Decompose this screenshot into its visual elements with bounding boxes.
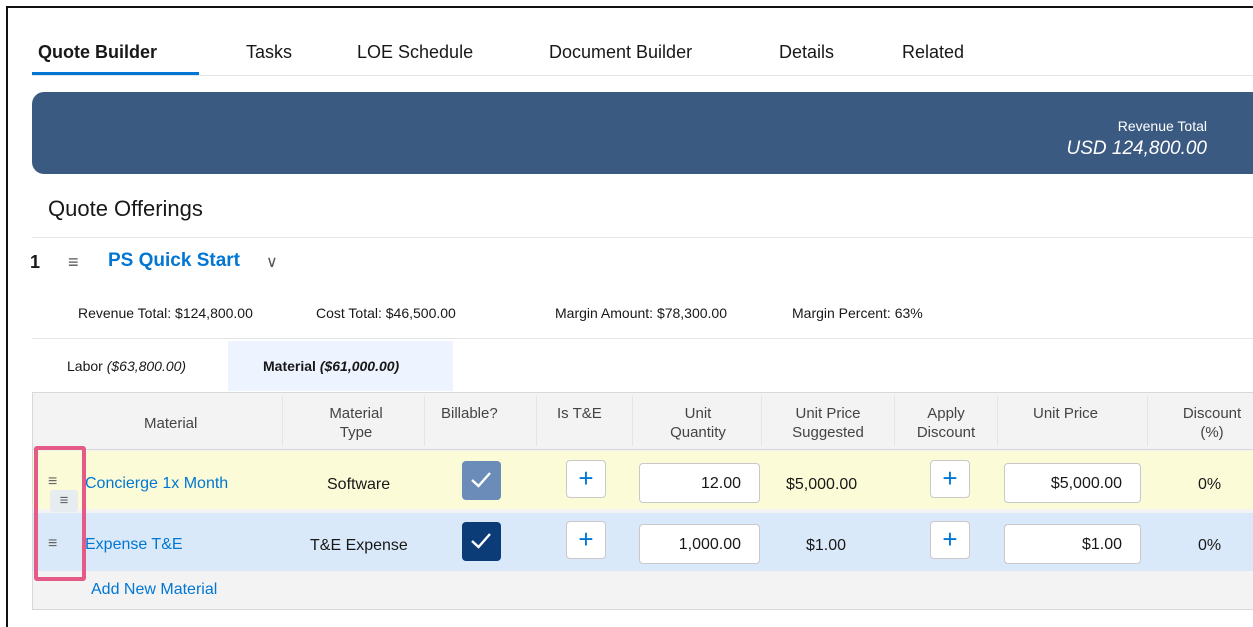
header-material: Material	[144, 415, 198, 432]
column-separator	[1147, 396, 1148, 446]
header-unit-quantity-line1: Unit	[684, 405, 712, 422]
header-unit-price-suggested: Unit Price Suggested	[783, 404, 873, 442]
chevron-down-icon[interactable]: ∨	[266, 252, 278, 272]
unit-quantity-input[interactable]: 12.00	[639, 463, 760, 503]
tab-bar: Quote Builder Tasks LOE Schedule Documen…	[8, 8, 1253, 78]
column-separator	[282, 396, 283, 446]
subtab-labor-label: Labor	[67, 358, 103, 374]
tab-quote-builder[interactable]: Quote Builder	[38, 42, 157, 63]
subtab-material-amount: ($61,000.00)	[319, 358, 400, 374]
billable-checkbox[interactable]	[462, 522, 501, 561]
banner-revenue-total: USD 124,800.00	[1066, 138, 1208, 159]
unit-price-suggested-cell: $5,000.00	[786, 476, 858, 493]
header-is-te: Is T&E	[557, 405, 602, 422]
is-te-add-button[interactable]: +	[566, 521, 606, 559]
header-apply-discount: Apply Discount	[906, 404, 986, 442]
unit-quantity-input[interactable]: 1,000.00	[639, 524, 760, 564]
unit-price-input[interactable]: $5,000.00	[1004, 463, 1141, 503]
billable-checkbox[interactable]	[462, 461, 501, 500]
header-unit-quantity: Unit Quantity	[658, 404, 738, 442]
tab-document-builder[interactable]: Document Builder	[549, 42, 692, 63]
checkmark-icon	[471, 472, 491, 488]
subtab-labor[interactable]: Labor ($63,800.00)	[32, 341, 228, 391]
apply-discount-add-button[interactable]: +	[930, 521, 970, 559]
divider	[32, 237, 1253, 238]
apply-discount-add-button[interactable]: +	[930, 460, 970, 498]
material-name-link[interactable]: Expense T&E	[85, 536, 183, 554]
section-title: Quote Offerings	[48, 196, 203, 221]
banner-label: Revenue Total	[1117, 118, 1207, 134]
header-material-type-line1: Material	[329, 405, 383, 422]
tab-tasks[interactable]: Tasks	[246, 42, 292, 63]
header-material-type-line2: Type	[339, 424, 373, 441]
offering-number: 1	[30, 252, 41, 272]
header-discount-line2: (%)	[1200, 424, 1224, 441]
tab-details[interactable]: Details	[779, 42, 834, 63]
header-discount-line1: Discount	[1182, 405, 1242, 422]
column-separator	[997, 396, 998, 446]
cost-total-summary: Cost Total: $46,500.00	[316, 305, 456, 321]
header-divider	[32, 449, 1253, 450]
offering-name-link[interactable]: PS Quick Start	[108, 250, 240, 272]
header-billable: Billable?	[441, 405, 498, 422]
drag-handle-highlight-box	[34, 446, 86, 581]
material-type-cell: T&E Expense	[310, 537, 408, 554]
app-frame: Quote Builder Tasks LOE Schedule Documen…	[6, 6, 1253, 627]
material-type-cell: Software	[327, 476, 391, 493]
header-apply-discount-line1: Apply	[927, 405, 965, 422]
column-separator	[424, 396, 425, 446]
revenue-total-summary: Revenue Total: $124,800.00	[78, 305, 253, 321]
subtab-labor-amount: ($63,800.00)	[106, 358, 187, 374]
subtab-material[interactable]: Material ($61,000.00)	[228, 341, 453, 391]
tab-divider	[32, 75, 1253, 76]
tab-related[interactable]: Related	[902, 42, 964, 63]
header-material-type: Material Type	[316, 404, 396, 442]
header-unit-quantity-line2: Quantity	[670, 424, 726, 441]
checkmark-icon	[471, 533, 491, 549]
unit-price-input[interactable]: $1.00	[1004, 524, 1141, 564]
column-separator	[632, 396, 633, 446]
drag-handle-icon[interactable]: ≡	[68, 252, 79, 273]
header-unit-price-suggested-line2: Suggested	[792, 424, 864, 441]
header-apply-discount-line2: Discount	[916, 424, 976, 441]
is-te-add-button[interactable]: +	[566, 460, 606, 498]
divider	[32, 338, 1253, 339]
discount-cell: 0%	[1198, 476, 1222, 493]
tab-loe-schedule[interactable]: LOE Schedule	[357, 42, 473, 63]
margin-percent-summary: Margin Percent: 63%	[792, 305, 923, 321]
unit-price-suggested-cell: $1.00	[806, 537, 847, 554]
add-new-material-link[interactable]: Add New Material	[91, 581, 217, 599]
margin-amount-summary: Margin Amount: $78,300.00	[555, 305, 728, 321]
discount-cell: 0%	[1198, 537, 1222, 554]
column-separator	[761, 396, 762, 446]
column-separator	[536, 396, 537, 446]
header-unit-price: Unit Price	[1033, 405, 1099, 422]
revenue-banner	[32, 92, 1253, 174]
header-discount: Discount (%)	[1172, 404, 1252, 442]
header-unit-price-suggested-line1: Unit Price	[795, 405, 861, 422]
column-separator	[894, 396, 895, 446]
subtab-material-label: Material	[263, 358, 316, 374]
material-name-link[interactable]: Concierge 1x Month	[85, 475, 228, 493]
